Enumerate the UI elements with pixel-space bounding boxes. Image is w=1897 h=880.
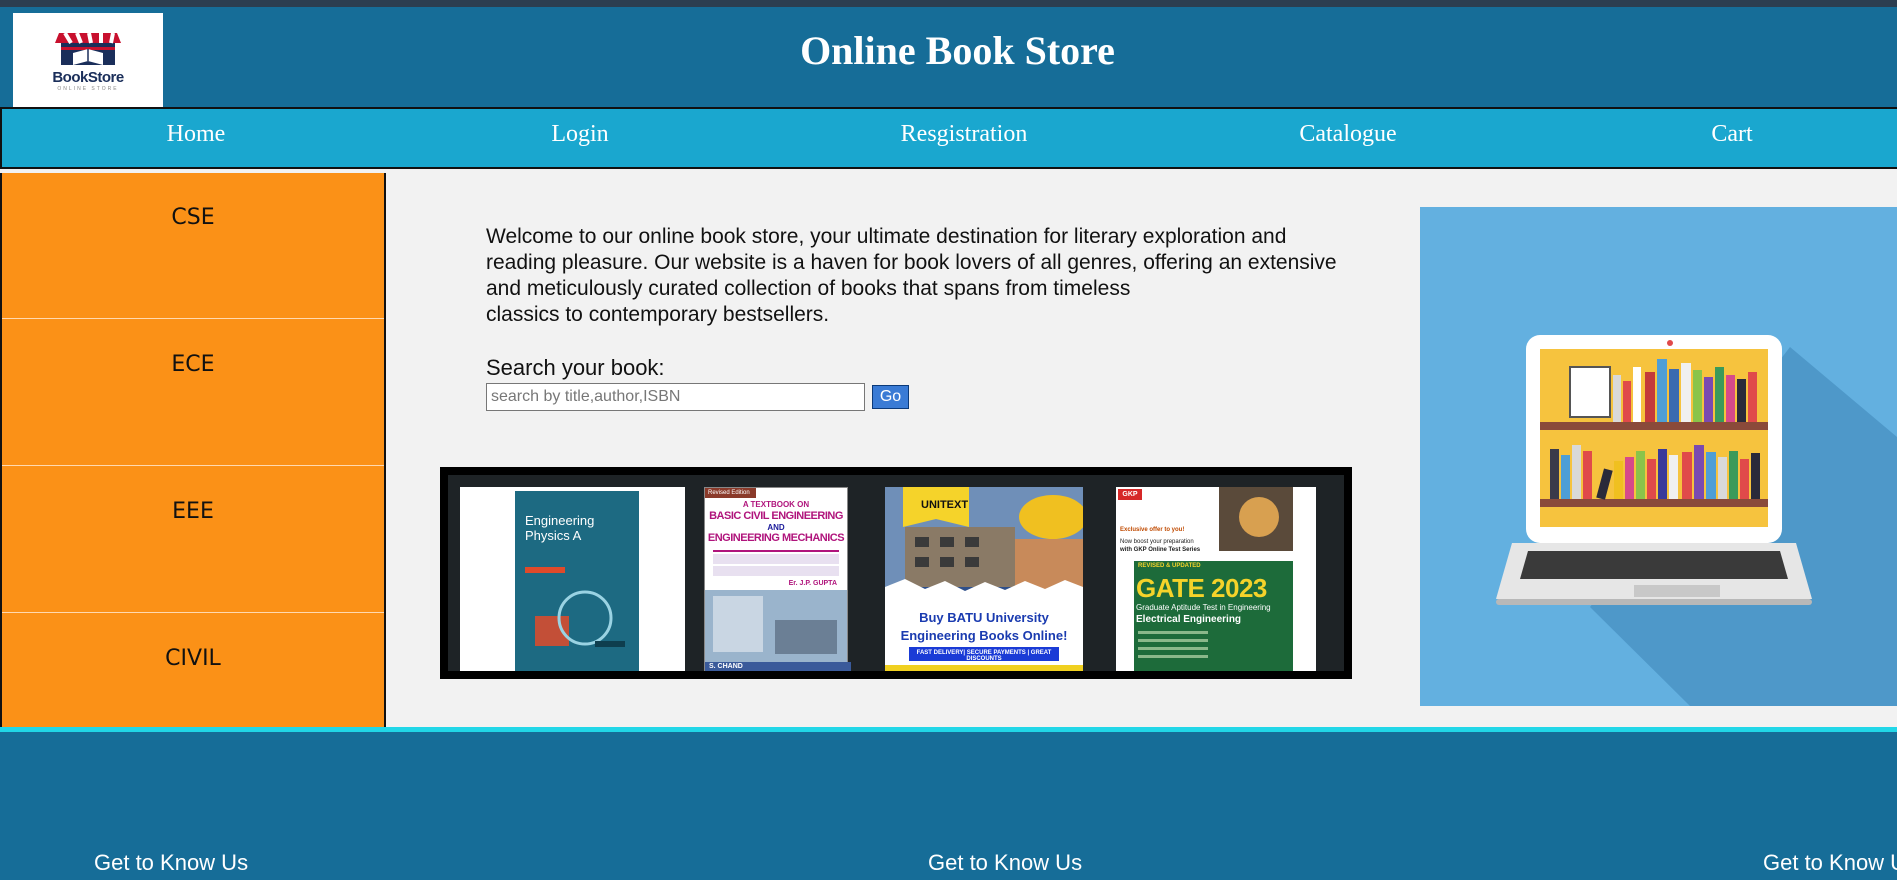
hero-laptop-image bbox=[1420, 207, 1897, 706]
search-input[interactable] bbox=[486, 383, 865, 411]
promo-banner: FAST DELIVERY| SECURE PAYMENTS | GREAT D… bbox=[916, 650, 1052, 662]
top-strip bbox=[0, 0, 1897, 7]
promo-kicker: Exclusive offer to you! bbox=[1120, 527, 1185, 533]
sidebar-item-ece[interactable]: ECE bbox=[2, 320, 384, 466]
welcome-line: reading pleasure. Our website is a haven… bbox=[486, 251, 1337, 274]
search-go-button[interactable]: Go bbox=[872, 385, 909, 409]
site-footer: Get to Know Us Get to Know Us Get to Kno… bbox=[0, 732, 1897, 880]
footer-heading: Get to Know Us bbox=[928, 850, 1083, 875]
nav-registration[interactable]: Resgistration bbox=[772, 121, 1156, 148]
sidebar-item-cse[interactable]: CSE bbox=[2, 173, 384, 319]
cover-art: Revised Edition A TEXTBOOK ON BASIC CIVI… bbox=[704, 487, 851, 671]
site-header: BookStore ONLINE STORE Online Book Store bbox=[0, 7, 1897, 107]
cover-art: GKP Exclusive offer to you! Now boost yo… bbox=[1116, 487, 1293, 671]
cover-art: Engineering Physics A bbox=[515, 491, 639, 671]
promo-line: Now boost your preparation bbox=[1120, 539, 1194, 545]
carousel-track: Engineering Physics A Revised Edition A … bbox=[448, 475, 1344, 671]
book-cover-basic-civil-engineering[interactable]: Revised Edition A TEXTBOOK ON BASIC CIVI… bbox=[704, 487, 858, 671]
welcome-line: classics to contemporary bestsellers. bbox=[486, 303, 830, 326]
nav-login[interactable]: Login bbox=[388, 121, 772, 148]
promo-line: Engineering Books Online! bbox=[900, 628, 1068, 643]
book-title-line: Engineering bbox=[525, 513, 595, 528]
sidebar-item-label: EEE bbox=[172, 499, 214, 524]
promo-line: with GKP Online Test Series bbox=[1120, 547, 1201, 553]
book-title-line: BASIC CIVIL ENGINEERING bbox=[709, 510, 843, 522]
cover-title: GATE 2023 bbox=[1136, 573, 1267, 603]
book-cover-engineering-physics[interactable]: Engineering Physics A bbox=[460, 487, 685, 671]
book-title-line: AND bbox=[767, 523, 785, 532]
book-author: Er. J.P. GUPTA bbox=[788, 580, 837, 587]
gkp-badge: GKP bbox=[1118, 489, 1142, 500]
book-title-line: Physics A bbox=[525, 528, 582, 543]
laptop-bookshelf-icon bbox=[1420, 207, 1897, 706]
hand-globe-icon bbox=[1219, 487, 1293, 551]
book-publisher: S. CHAND bbox=[705, 662, 851, 671]
page-title: Online Book Store bbox=[800, 28, 1115, 73]
book-brand: UNITEXT bbox=[921, 499, 969, 511]
cover-tag: REVISED & UPDATED bbox=[1138, 563, 1201, 569]
main-nav: Home Login Resgistration Catalogue Cart bbox=[0, 107, 1897, 169]
nav-cart[interactable]: Cart bbox=[1540, 121, 1897, 148]
footer-heading: Get to Know Us bbox=[1763, 850, 1897, 875]
cover-subtitle: Graduate Aptitude Test in Engineering bbox=[1136, 603, 1271, 612]
logo-subtext: ONLINE STORE bbox=[57, 86, 119, 92]
search-label: Search your book: bbox=[486, 355, 665, 380]
cover-green: REVISED & UPDATED GATE 2023 Graduate Apt… bbox=[1134, 561, 1293, 671]
cover-branch: Electrical Engineering bbox=[1136, 614, 1242, 625]
book-title-line: A TEXTBOOK ON bbox=[742, 500, 810, 509]
physics-prism-icon bbox=[535, 590, 625, 647]
book-edition: Revised Edition bbox=[705, 488, 756, 498]
welcome-text: Welcome to our online book store, your u… bbox=[486, 224, 1416, 328]
book-cover-gate-2023[interactable]: GKP Exclusive offer to you! Now boost yo… bbox=[1116, 487, 1316, 671]
nav-home[interactable]: Home bbox=[4, 121, 388, 148]
book-cover-batu-unitext[interactable]: UNITEXT Buy BATU University Engineering … bbox=[885, 487, 1083, 671]
category-sidebar: CSE ECE EEE CIVIL bbox=[0, 173, 386, 727]
sidebar-item-label: ECE bbox=[171, 352, 215, 377]
welcome-line: and meticulously curated collection of b… bbox=[486, 277, 1131, 300]
sidebar-item-eee[interactable]: EEE bbox=[2, 467, 384, 613]
sidebar-item-label: CSE bbox=[171, 205, 215, 230]
welcome-line: Welcome to our online book store, your u… bbox=[486, 225, 1287, 248]
book-carousel[interactable]: Engineering Physics A Revised Edition A … bbox=[440, 467, 1352, 679]
sidebar-item-label: CIVIL bbox=[165, 646, 221, 671]
promo-line: Buy BATU University bbox=[919, 610, 1049, 625]
book-promo: Buy BATU University Engineering Books On… bbox=[885, 609, 1083, 645]
book-title-line: ENGINEERING MECHANICS bbox=[707, 532, 845, 544]
footer-heading: Get to Know Us bbox=[94, 850, 249, 875]
nav-catalogue[interactable]: Catalogue bbox=[1156, 121, 1540, 148]
